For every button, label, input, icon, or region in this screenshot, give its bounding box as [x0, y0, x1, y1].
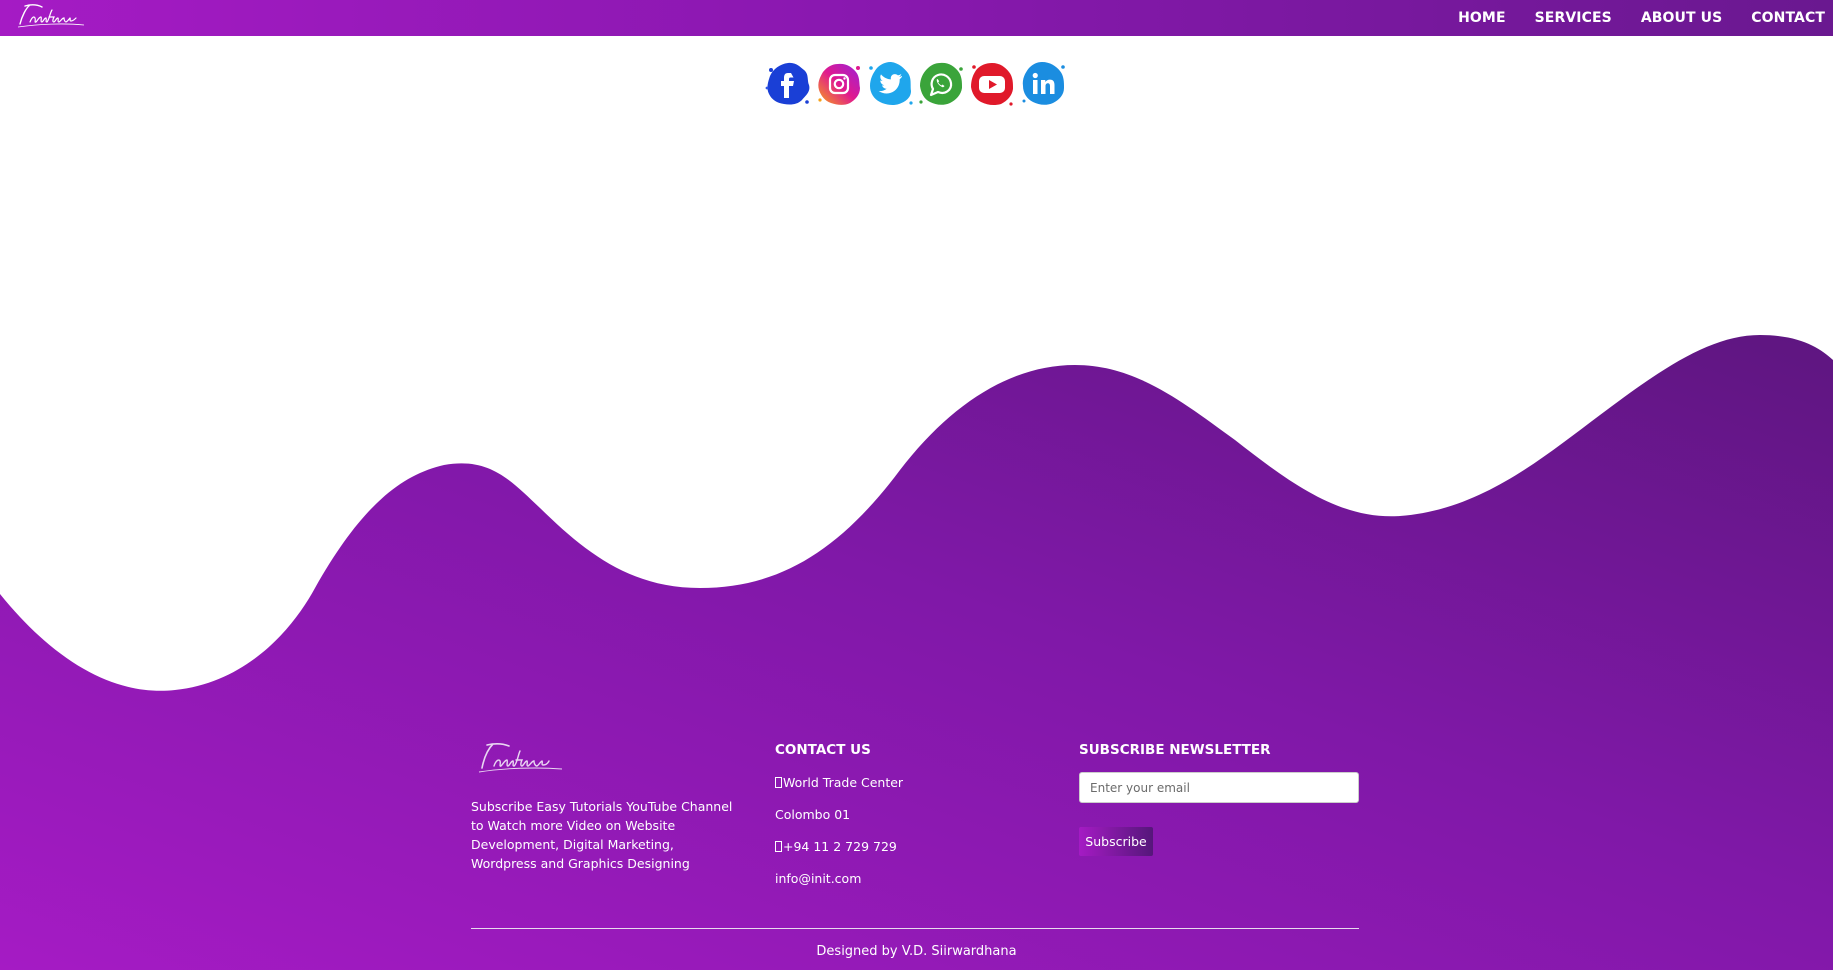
footer-divider — [471, 928, 1359, 929]
contact-email[interactable]: info@init.com — [775, 871, 861, 886]
brand-logo[interactable] — [14, 2, 88, 30]
contact-us-heading: CONTACT US — [775, 742, 871, 758]
instagram-icon[interactable] — [814, 58, 864, 110]
youtube-icon[interactable] — [967, 58, 1017, 110]
twitter-icon[interactable] — [865, 58, 915, 110]
footer-brand-logo[interactable] — [474, 740, 566, 776]
contact-phone: +94 11 2 729 729 — [775, 839, 897, 854]
main-nav: HOME SERVICES ABOUT US CONTACT — [1429, 0, 1833, 36]
nav-contact-link[interactable]: CONTACT — [1751, 10, 1825, 26]
location-icon — [775, 777, 782, 788]
footer-credit: Designed by V.D. Siirwardhana — [816, 944, 1017, 959]
nav-services-link[interactable]: SERVICES — [1535, 10, 1612, 26]
whatsapp-icon[interactable] — [916, 58, 966, 110]
address-line2-text: Colombo 01 — [775, 807, 851, 822]
facebook-icon[interactable] — [763, 58, 813, 110]
phone-text: +94 11 2 729 729 — [783, 839, 897, 854]
footer-wave-background — [0, 335, 1833, 970]
subscribe-button[interactable]: Subscribe — [1079, 827, 1153, 856]
nav-home-link[interactable]: HOME — [1458, 10, 1506, 26]
email-text[interactable]: info@init.com — [775, 871, 861, 886]
footer-about-text: Subscribe Easy Tutorials YouTube Channel… — [471, 799, 733, 871]
address-line1-text: World Trade Center — [783, 775, 904, 790]
newsletter-heading: SUBSCRIBE NEWSLETTER — [1079, 742, 1271, 758]
top-navbar: HOME SERVICES ABOUT US CONTACT — [0, 0, 1833, 36]
phone-icon — [775, 841, 782, 852]
linkedin-icon[interactable] — [1018, 58, 1068, 110]
contact-address-line2: Colombo 01 — [775, 807, 850, 822]
nav-about-link[interactable]: ABOUT US — [1641, 10, 1722, 26]
social-icons-row — [763, 58, 1069, 110]
contact-address-line1: World Trade Center — [775, 775, 903, 790]
newsletter-email-input[interactable] — [1079, 772, 1359, 803]
